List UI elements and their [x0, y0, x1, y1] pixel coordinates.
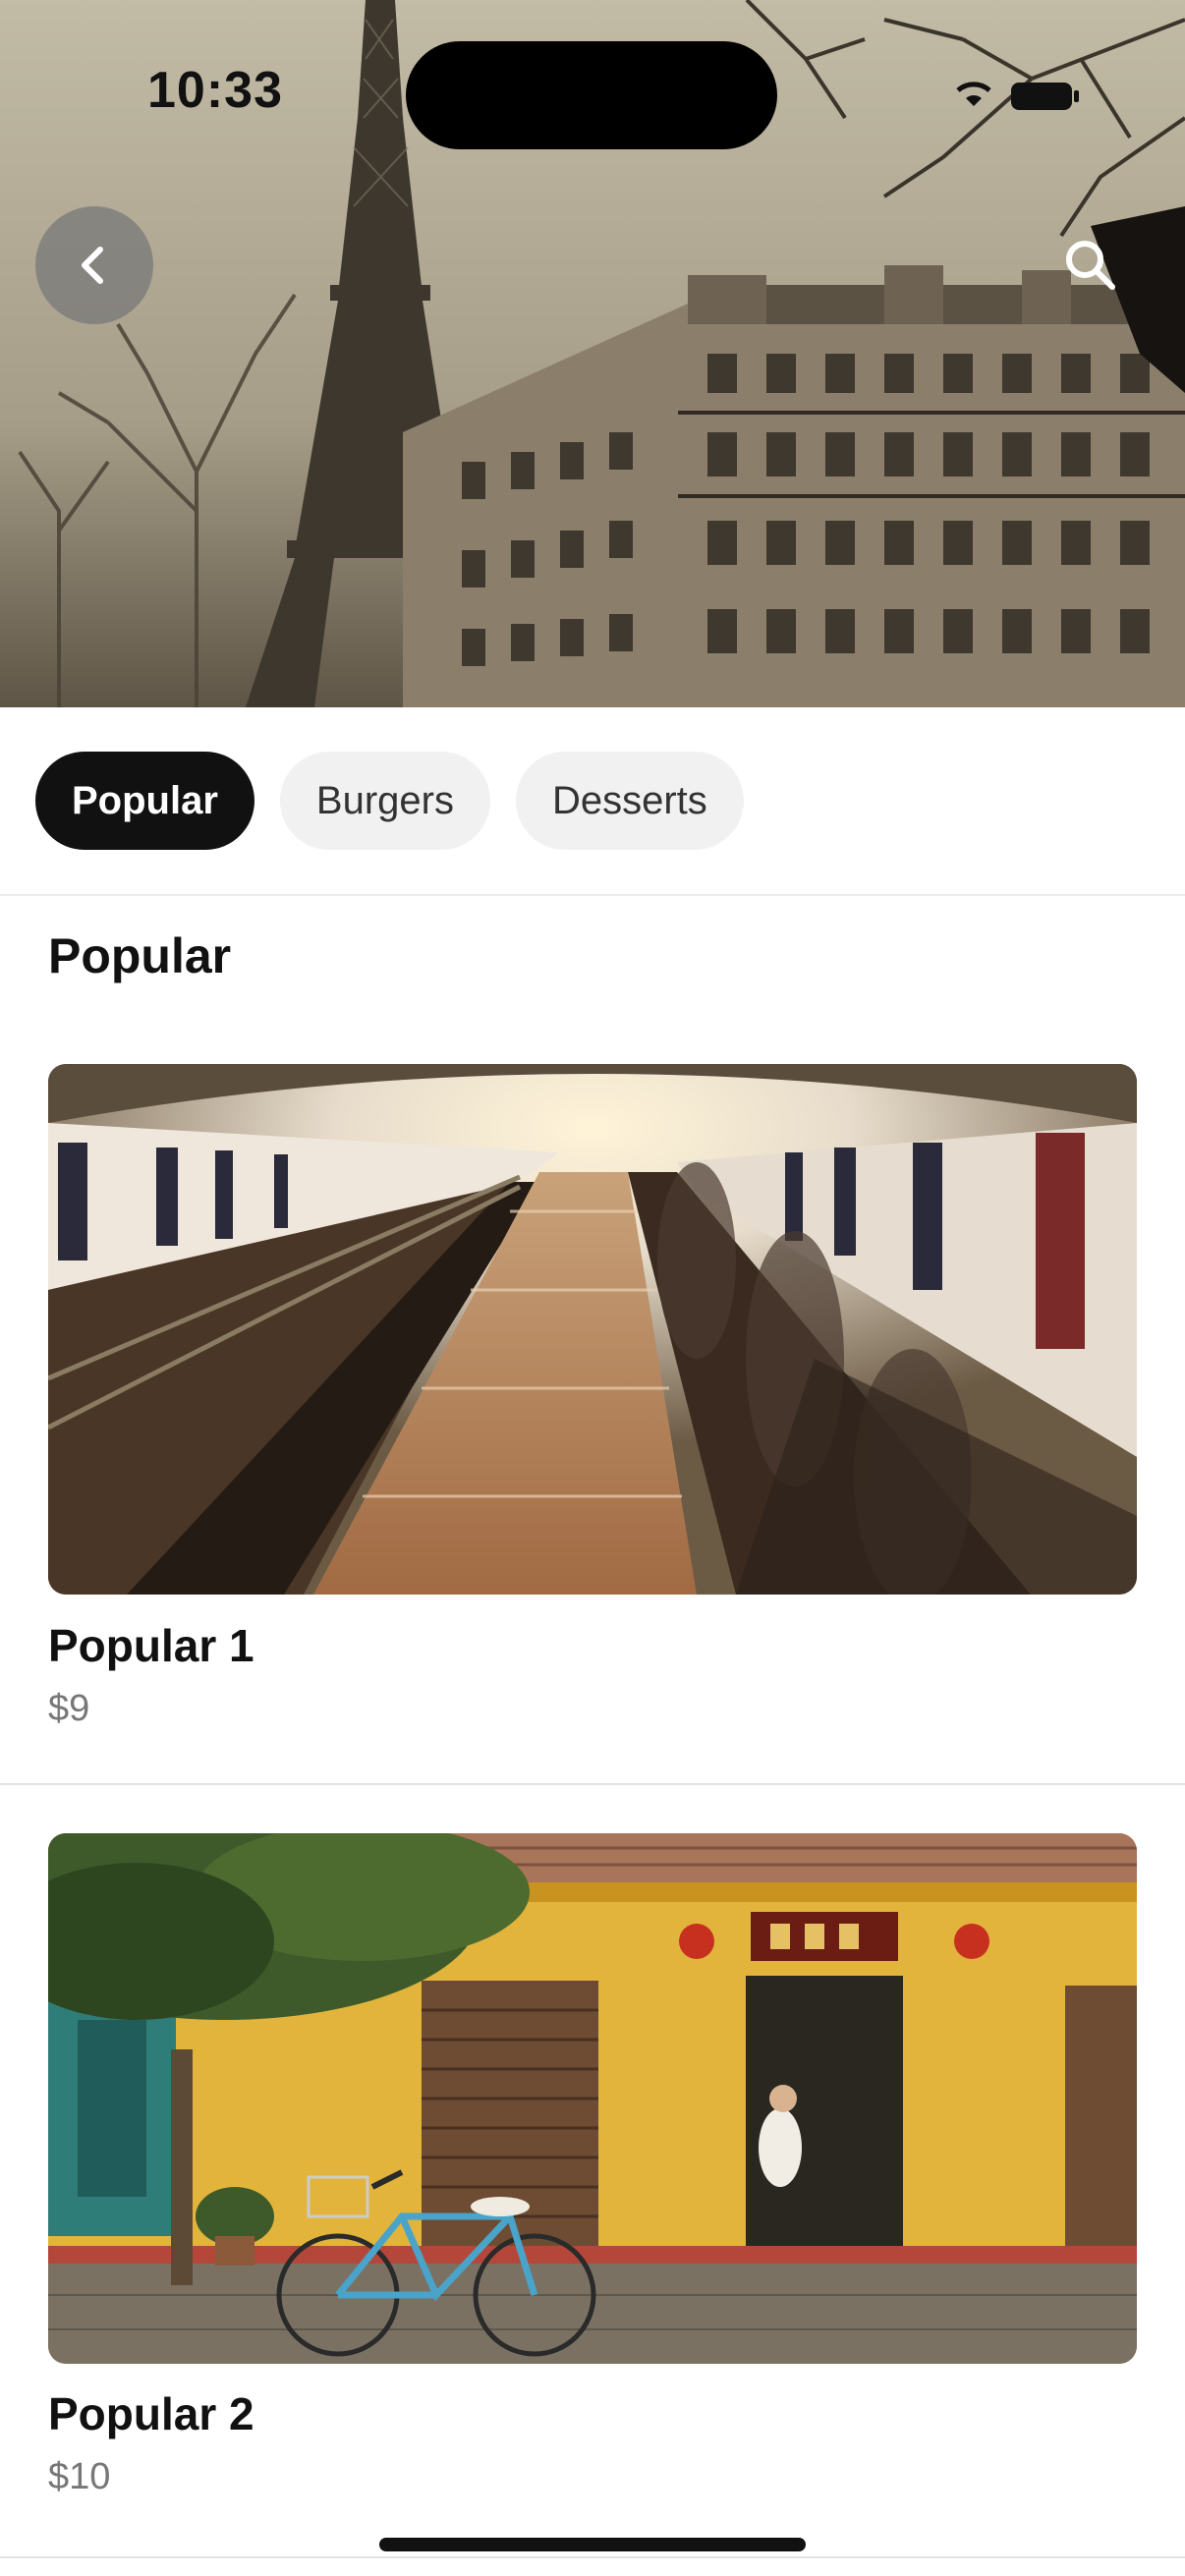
- battery-icon: [1011, 83, 1079, 110]
- tab-popular[interactable]: Popular: [35, 752, 254, 850]
- back-button[interactable]: [35, 206, 153, 324]
- escalator-tunnel-photo: [48, 1064, 1137, 1595]
- section-title: Popular: [48, 928, 232, 983]
- search-button[interactable]: [1032, 211, 1150, 319]
- tab-desserts[interactable]: Desserts: [515, 752, 744, 850]
- item-image-2[interactable]: [48, 1833, 1137, 2364]
- hero-image: 10:33: [0, 0, 1185, 707]
- status-time: 10:33: [147, 62, 283, 119]
- home-indicator[interactable]: [379, 2538, 806, 2551]
- dynamic-island: [406, 41, 777, 149]
- yellow-building-photo: [48, 1833, 1137, 2364]
- item-divider-1: [0, 1783, 1185, 1785]
- tabs-divider: [0, 894, 1185, 896]
- item-divider-2: [0, 2556, 1185, 2558]
- category-tabs: Popular Burgers Desserts: [35, 752, 744, 850]
- item-price-2: $10: [48, 2456, 111, 2497]
- chevron-left-icon: [82, 247, 103, 284]
- item-name-1[interactable]: Popular 1: [48, 1619, 254, 1672]
- search-icon: [1066, 241, 1115, 290]
- item-price-1: $9: [48, 1688, 90, 1729]
- item-image-1[interactable]: [48, 1064, 1137, 1595]
- wifi-icon: [956, 82, 991, 106]
- item-name-2[interactable]: Popular 2: [48, 2387, 254, 2440]
- tab-burgers[interactable]: Burgers: [279, 752, 490, 850]
- status-icons: [954, 77, 1092, 121]
